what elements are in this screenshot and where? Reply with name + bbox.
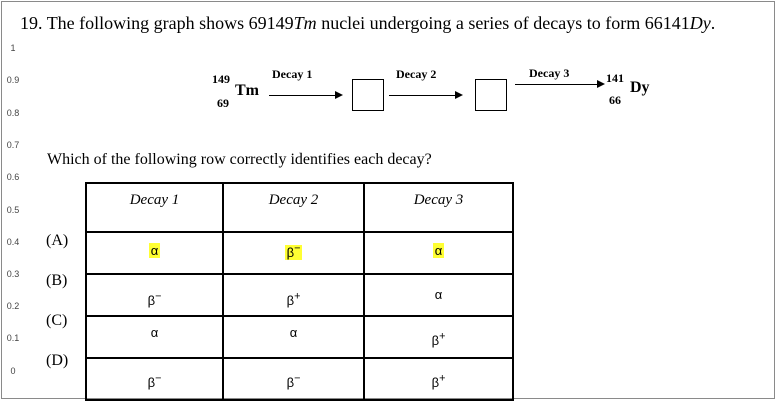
product-nuclide: 141 Dy 66 — [606, 71, 666, 111]
decay-2-arrowhead — [455, 91, 463, 99]
table-row: α α β+ — [85, 315, 514, 359]
table-cell: β+ — [363, 357, 514, 401]
decay-2-arrow — [389, 95, 455, 96]
question-title: 19. The following graph shows 69149Tm nu… — [20, 13, 715, 34]
decay-symbol: β− — [284, 243, 303, 261]
decay-symbol-base: α — [150, 325, 159, 341]
parent-mass-number: 149 — [212, 72, 230, 86]
decay-symbol: β+ — [431, 331, 446, 349]
header-decay-1: Decay 1 — [85, 182, 224, 233]
header-decay-2: Decay 2 — [222, 182, 365, 233]
table-cell: β− — [85, 357, 224, 401]
decay-3-arrowhead — [597, 80, 605, 88]
table-row: β− β− β+ — [85, 357, 514, 401]
answer-table: Decay 1 Decay 2 Decay 3 α β− α β− β+ α α… — [85, 182, 514, 401]
decay-symbol: β− — [147, 373, 162, 391]
decay-symbol-base: β — [286, 293, 295, 309]
table-cell: β− — [85, 273, 224, 317]
option-label-b: (B) — [46, 272, 68, 289]
question-text-before: The following graph shows 69149 — [46, 13, 294, 33]
decay-symbol-base: β — [147, 375, 156, 391]
decay-symbol-base: α — [434, 287, 443, 303]
question-text-middle: nuclei undergoing a series of decays to … — [316, 13, 690, 33]
decay-symbol: α — [151, 325, 159, 340]
y-tick-label: 0.9 — [6, 75, 20, 85]
decay-symbol-sup: − — [155, 291, 162, 303]
y-tick-label: 0.2 — [6, 301, 20, 311]
decay-3-arrow — [515, 84, 598, 85]
decay-symbol-base: β — [286, 245, 295, 261]
decay-symbol-sup: + — [294, 291, 301, 303]
decay-symbol-base: β — [431, 375, 440, 391]
question-number: 19. — [20, 13, 43, 33]
table-cell: α — [222, 315, 365, 359]
decay-symbol: α — [148, 243, 161, 259]
option-label-d: (D) — [46, 352, 69, 369]
table-cell: α — [363, 273, 514, 317]
parent-symbol: Tm — [293, 13, 317, 33]
decay-symbol-sup: + — [439, 373, 446, 385]
decay-symbol-sup: + — [439, 331, 446, 343]
decay-symbol: β+ — [286, 291, 301, 309]
decay-symbol: β− — [147, 291, 162, 309]
y-tick-label: 1 — [10, 43, 16, 53]
y-tick-label: 0.8 — [6, 108, 20, 118]
table-row: α β− α — [85, 231, 514, 275]
y-tick-label: 0.6 — [6, 172, 20, 182]
parent-element-symbol: Tm — [235, 82, 259, 99]
decay-symbol-base: β — [286, 375, 295, 391]
decay-3-label: Decay 3 — [529, 66, 570, 80]
table-cell: β− — [222, 357, 365, 401]
decay-symbol: β− — [286, 373, 301, 391]
product-atomic-number: 66 — [609, 93, 621, 107]
decay-symbol-base: α — [289, 325, 298, 341]
table-cell: α — [85, 315, 224, 359]
y-tick-label: 0.5 — [6, 205, 20, 215]
question-prompt: Which of the following row correctly ide… — [47, 151, 432, 168]
table-header-row: Decay 1 Decay 2 Decay 3 — [85, 182, 514, 233]
table-cell: α — [363, 231, 514, 275]
y-tick-label: 0.7 — [6, 140, 20, 150]
option-label-c: (C) — [46, 312, 68, 329]
parent-atomic-number: 69 — [217, 96, 229, 110]
intermediate-nuclide-box-2 — [475, 79, 507, 111]
decay-symbol: β+ — [431, 373, 446, 391]
y-tick-label: 0.1 — [6, 333, 20, 343]
decay-symbol: α — [432, 243, 445, 259]
decay-symbol-sup: − — [294, 373, 301, 385]
decay-symbol-base: β — [147, 293, 156, 309]
decay-2-label: Decay 2 — [396, 67, 437, 81]
table-cell: β+ — [222, 273, 365, 317]
question-text-end: . — [710, 13, 716, 33]
y-tick-label: 0.3 — [6, 269, 20, 279]
table-cell: β− — [222, 231, 365, 275]
table-cell: β+ — [363, 315, 514, 359]
decay-symbol-base: α — [434, 243, 443, 259]
option-label-a: (A) — [46, 232, 69, 249]
intermediate-nuclide-box-1 — [352, 79, 384, 111]
decay-symbol-base: α — [150, 243, 159, 259]
decay-symbol: α — [435, 287, 443, 302]
decay-symbol-sup: − — [294, 243, 301, 255]
decay-1-arrowhead — [335, 91, 343, 99]
table-cell: α — [85, 231, 224, 275]
decay-1-label: Decay 1 — [272, 67, 313, 81]
decay-symbol: α — [290, 325, 298, 340]
header-decay-3: Decay 3 — [363, 182, 514, 233]
product-mass-number: 141 — [606, 71, 624, 85]
product-element-symbol: Dy — [630, 79, 650, 96]
decay-symbol-sup: − — [155, 373, 162, 385]
parent-nuclide: 149 Tm 69 — [208, 72, 268, 112]
table-row: β− β+ α — [85, 273, 514, 317]
daughter-symbol: Dy — [689, 13, 711, 33]
y-tick-label: 0.4 — [6, 237, 20, 247]
decay-1-arrow — [269, 95, 335, 96]
y-tick-label: 0 — [10, 366, 16, 376]
decay-symbol-base: β — [431, 333, 440, 349]
